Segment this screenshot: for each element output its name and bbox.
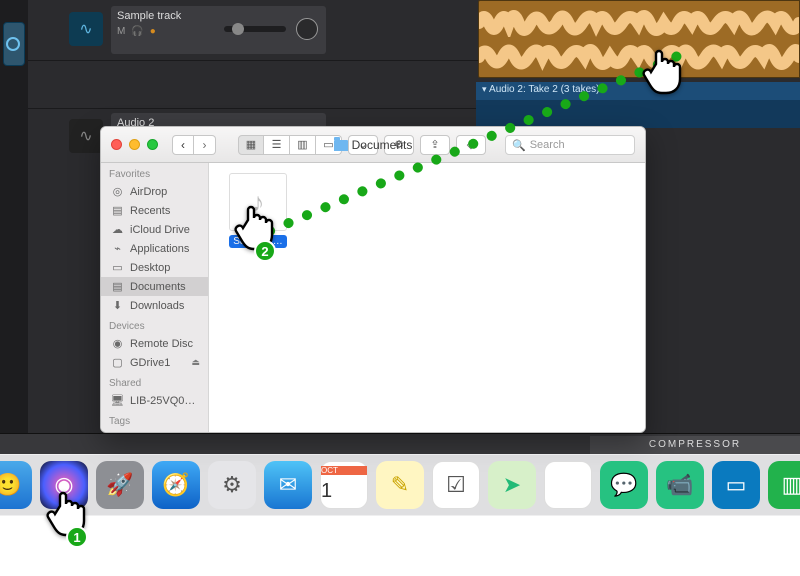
take-folder-header[interactable]: ▾ Audio 2: Take 2 (3 takes) [476, 82, 800, 100]
cloud-icon: ☁ [111, 223, 124, 236]
record-input-icon[interactable]: ● [150, 26, 156, 37]
finder-content[interactable]: ♪ Sample t… [209, 163, 645, 432]
window-close-button[interactable] [111, 139, 122, 150]
dock-siri[interactable]: ◉ [40, 461, 88, 509]
desktop-icon: ▭ [111, 261, 124, 274]
tags-button[interactable]: ◇ [456, 135, 486, 155]
dock-maps[interactable]: ➤ [488, 461, 536, 509]
take-body[interactable] [476, 100, 800, 128]
drive-icon: ▢ [111, 356, 124, 369]
applications-icon: ⌁ [111, 242, 124, 255]
arrange-menu-button[interactable]: ⌄ [348, 135, 378, 155]
dock-numbers[interactable]: ▥ [768, 461, 800, 509]
daw-left-strip [0, 0, 28, 454]
finder-titlebar[interactable]: ‹ › ▦ ☰ ▥ ▭ ⌄ ⚙︎ ⇪ ◇ Documents 🔍 Search [101, 127, 645, 163]
sidebar-item-icloud[interactable]: ☁iCloud Drive [101, 220, 208, 239]
finder-sidebar: Favorites ◎AirDrop ▤Recents ☁iCloud Driv… [101, 163, 209, 432]
view-icon-button[interactable]: ▦ [238, 135, 264, 155]
dock-facetime[interactable]: 📹 [656, 461, 704, 509]
track-header-sample[interactable]: ∿ Sample track M 🎧 ● [111, 6, 326, 54]
track-pan-knob[interactable] [296, 18, 318, 40]
mute-icon[interactable]: M [117, 26, 125, 37]
sidebar-item-desktop[interactable]: ▭Desktop [101, 258, 208, 277]
track-volume-slider[interactable] [224, 26, 286, 32]
track-name: Sample track [117, 10, 181, 22]
headphone-icon[interactable]: 🎧 [131, 26, 143, 37]
nav-forward-button[interactable]: › [194, 135, 216, 155]
track-audio-icon: ∿ [69, 119, 103, 153]
sidebar-item-shared[interactable]: 🖥LIB-25VQ0… [101, 391, 208, 410]
dock-notes[interactable]: ✎ [376, 461, 424, 509]
computer-icon: 🖥 [111, 394, 124, 407]
sidebar-item-remotedisc[interactable]: ◉Remote Disc [101, 334, 208, 353]
sidebar-item-tag-red[interactable]: Red [101, 429, 208, 432]
downloads-icon: ⬇ [111, 299, 124, 312]
dock-area: 🙂 ◉ 🚀 🧭 ⚙︎ ✉︎ OCT 1 ✎ ☑︎ ➤ ✿ 💬 📹 ▭ ▥ [0, 448, 800, 522]
sidebar-item-recents[interactable]: ▤Recents [101, 201, 208, 220]
dock-keynote[interactable]: ▭ [712, 461, 760, 509]
disc-icon: ◉ [111, 337, 124, 350]
audio-region[interactable] [478, 0, 800, 78]
dock-sysprefs[interactable]: ⚙︎ [208, 461, 256, 509]
daw-tool-button[interactable] [3, 22, 25, 66]
dock-reminders[interactable]: ☑︎ [432, 461, 480, 509]
dock: 🙂 ◉ 🚀 🧭 ⚙︎ ✉︎ OCT 1 ✎ ☑︎ ➤ ✿ 💬 📹 ▭ ▥ [0, 454, 800, 516]
track-audio-icon: ∿ [69, 12, 103, 46]
sidebar-item-airdrop[interactable]: ◎AirDrop [101, 182, 208, 201]
eject-icon[interactable]: ⏏ [191, 357, 200, 368]
track-controls[interactable]: M 🎧 ● [117, 26, 156, 37]
waveform-icon [479, 43, 799, 71]
sidebar-item-applications[interactable]: ⌁Applications [101, 239, 208, 258]
sidebar-head-devices: Devices [101, 315, 208, 334]
sidebar-head-tags: Tags [101, 410, 208, 429]
view-gallery-button[interactable]: ▭ [316, 135, 342, 155]
dock-launchpad[interactable]: 🚀 [96, 461, 144, 509]
sidebar-item-downloads[interactable]: ⬇Downloads [101, 296, 208, 315]
search-icon: 🔍 [512, 139, 526, 152]
dock-calendar[interactable]: OCT 1 [320, 461, 368, 509]
dock-safari[interactable]: 🧭 [152, 461, 200, 509]
window-minimize-button[interactable] [129, 139, 140, 150]
sidebar-item-gdrive[interactable]: ▢GDrive1⏏ [101, 353, 208, 372]
airdrop-icon: ◎ [111, 185, 124, 198]
view-column-button[interactable]: ▥ [290, 135, 316, 155]
waveform-icon [479, 9, 799, 37]
window-zoom-button[interactable] [147, 139, 158, 150]
sidebar-item-documents[interactable]: ▤Documents [101, 277, 208, 296]
audio-file-icon: ♪ [229, 173, 287, 231]
recents-icon: ▤ [111, 204, 124, 217]
finder-window: ‹ › ▦ ☰ ▥ ▭ ⌄ ⚙︎ ⇪ ◇ Documents 🔍 Search … [100, 126, 646, 433]
sidebar-head-favorites: Favorites [101, 163, 208, 182]
action-menu-button[interactable]: ⚙︎ [384, 135, 414, 155]
documents-icon: ▤ [111, 280, 124, 293]
dock-photos[interactable]: ✿ [544, 461, 592, 509]
step-badge-1: 1 [66, 526, 88, 548]
sidebar-head-shared: Shared [101, 372, 208, 391]
share-button[interactable]: ⇪ [420, 135, 450, 155]
view-mode-segment[interactable]: ▦ ☰ ▥ ▭ [238, 135, 342, 155]
nav-back-button[interactable]: ‹ [172, 135, 194, 155]
dock-mail[interactable]: ✉︎ [264, 461, 312, 509]
view-list-button[interactable]: ☰ [264, 135, 290, 155]
dock-finder[interactable]: 🙂 [0, 461, 32, 509]
search-input[interactable]: 🔍 Search [505, 135, 635, 155]
dock-messages[interactable]: 💬 [600, 461, 648, 509]
step-badge-2: 2 [254, 240, 276, 262]
